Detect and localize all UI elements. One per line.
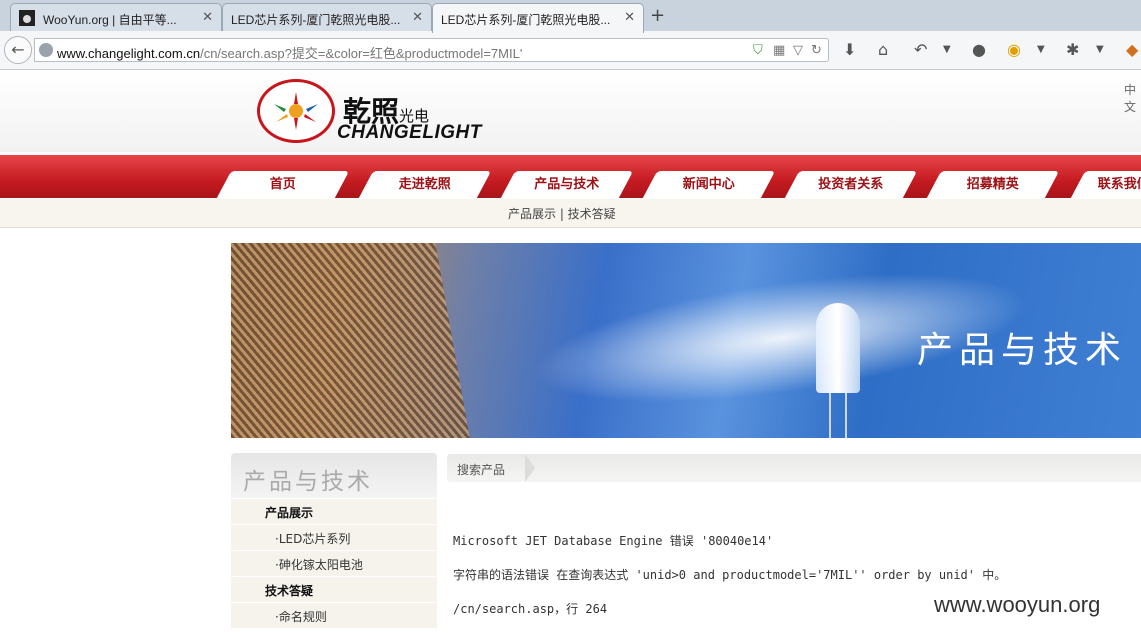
- nav-label: 首页: [269, 177, 296, 192]
- sidebar-item-label: 技术答疑: [265, 584, 314, 598]
- sidebar-item-naming-rules[interactable]: ·命名规则: [231, 603, 437, 629]
- sub-nav: 产品展示 | 技术答疑: [0, 199, 1141, 228]
- led-leg: [845, 393, 847, 438]
- close-tab-icon[interactable]: ✕: [202, 9, 213, 25]
- banner-title: 产品与技术: [917, 330, 1128, 371]
- tab-title: LED芯片系列-厦门乾照光电股...: [231, 13, 401, 27]
- language-link[interactable]: 中文: [1124, 81, 1141, 115]
- close-tab-icon[interactable]: ✕: [412, 9, 423, 25]
- breadcrumb-label: 搜索产品: [457, 463, 506, 477]
- logo-english: CHANGELIGHT: [337, 122, 482, 143]
- sidebar-item-label: ·LED芯片系列: [275, 532, 351, 546]
- chevron-down-icon[interactable]: ▼: [1096, 44, 1104, 55]
- web-page: 乾照光电 CHANGELIGHT 中文 首页 走进乾照 产品与技术 新闻中心 投…: [0, 70, 1141, 633]
- chevron-down-icon[interactable]: ▼: [1037, 44, 1045, 55]
- addon-icon[interactable]: ◆: [1126, 40, 1138, 59]
- sidebar-item-led-chips[interactable]: ·LED芯片系列: [231, 525, 437, 551]
- close-tab-icon[interactable]: ✕: [624, 9, 635, 25]
- led-leg: [829, 393, 831, 438]
- main-nav: 首页 走进乾照 产品与技术 新闻中心 投资者关系 招募精英 联系我们: [0, 155, 1141, 198]
- shield-icon[interactable]: ⛉: [753, 43, 763, 58]
- tab-led-2[interactable]: LED芯片系列-厦门乾照光电股... ✕: [432, 3, 644, 33]
- error-message-title: Microsoft JET Database Engine 错误 '80040e…: [453, 534, 774, 548]
- sidebar-item-label: ·砷化镓太阳电池: [275, 558, 363, 572]
- tab-title: WooYun.org | 自由平等...: [43, 13, 177, 27]
- nav-label: 走进乾照: [398, 177, 451, 192]
- nav-item-investors[interactable]: 投资者关系: [784, 171, 918, 198]
- sidebar-item-gaas-solar[interactable]: ·砷化镓太阳电池: [231, 551, 437, 577]
- nav-item-careers[interactable]: 招募精英: [926, 171, 1060, 198]
- nav-label: 产品与技术: [534, 177, 600, 192]
- led-graphic: [816, 303, 860, 393]
- tab-strip: WooYun.org | 自由平等... ✕ LED芯片系列-厦门乾照光电股..…: [0, 0, 1141, 33]
- back-button[interactable]: ←: [4, 36, 32, 64]
- wafer-graphic: [231, 243, 472, 438]
- url-bar[interactable]: www.changelight.com.cn/cn/search.asp?提交=…: [34, 38, 829, 62]
- globe-icon: [39, 43, 53, 57]
- tab-title: LED芯片系列-厦门乾照光电股...: [441, 13, 611, 27]
- sidebar-item-products[interactable]: 产品展示: [231, 499, 437, 525]
- breadcrumb-arrow-icon: [525, 454, 535, 482]
- nav-item-contact[interactable]: 联系我们: [1070, 171, 1141, 198]
- watermark: www.wooyun.org: [934, 592, 1101, 617]
- chat-icon[interactable]: ●: [972, 40, 986, 59]
- tab-wooyun[interactable]: WooYun.org | 自由平等... ✕: [10, 3, 222, 31]
- reload-icon[interactable]: ↻: [811, 43, 822, 58]
- url-text: www.changelight.com.cn/cn/search.asp?提交=…: [57, 43, 522, 62]
- sidebar-header: 产品与技术: [231, 453, 437, 498]
- undo-icon[interactable]: ↶: [914, 40, 927, 59]
- logo-emblem-icon[interactable]: [257, 79, 335, 143]
- url-path: /cn/search.asp?提交=&color=红色&productmodel…: [200, 46, 523, 61]
- nav-item-about[interactable]: 走进乾照: [358, 171, 492, 198]
- wooyun-favicon-icon: [19, 10, 35, 26]
- error-message-detail: 字符串的语法错误 在查询表达式 'unid>0 and productmodel…: [453, 568, 1007, 582]
- navigation-bar: ← www.changelight.com.cn/cn/search.asp?提…: [0, 31, 1141, 70]
- banner-image: 产品与技术: [231, 243, 1141, 438]
- nav-label: 投资者关系: [818, 177, 884, 192]
- chevron-down-icon[interactable]: ▼: [943, 44, 951, 55]
- sidebar-item-label: 产品展示: [265, 506, 314, 520]
- tab-led-1[interactable]: LED芯片系列-厦门乾照光电股... ✕: [222, 3, 432, 31]
- extension-icon[interactable]: ✱: [1066, 40, 1079, 59]
- nav-item-products[interactable]: 产品与技术: [500, 171, 634, 198]
- new-tab-button[interactable]: +: [650, 5, 665, 26]
- nav-label: 联系我们: [1097, 177, 1141, 192]
- sidebar-title: 产品与技术: [243, 469, 373, 495]
- nav-item-news[interactable]: 新闻中心: [642, 171, 776, 198]
- nav-label: 招募精英: [966, 177, 1019, 192]
- nav-item-home[interactable]: 首页: [216, 171, 350, 198]
- nav-label: 新闻中心: [682, 177, 735, 192]
- site-header: 乾照光电 CHANGELIGHT 中文: [0, 70, 1141, 152]
- dropdown-icon[interactable]: ▽: [793, 43, 803, 58]
- breadcrumb: 搜索产品: [447, 454, 1141, 482]
- sidebar-item-tech-faq[interactable]: 技术答疑: [231, 577, 437, 603]
- qrcode-icon[interactable]: ▦: [773, 43, 785, 58]
- download-icon[interactable]: ⬇: [843, 40, 856, 59]
- sidebar-item-label: ·命名规则: [275, 610, 327, 624]
- weibo-icon[interactable]: ◉: [1007, 40, 1021, 59]
- home-icon[interactable]: ⌂: [878, 40, 888, 59]
- sub-nav-links[interactable]: 产品展示 | 技术答疑: [508, 205, 616, 222]
- url-host: www.changelight.com.cn: [57, 46, 201, 61]
- error-message-location: /cn/search.asp，行 264: [453, 602, 608, 616]
